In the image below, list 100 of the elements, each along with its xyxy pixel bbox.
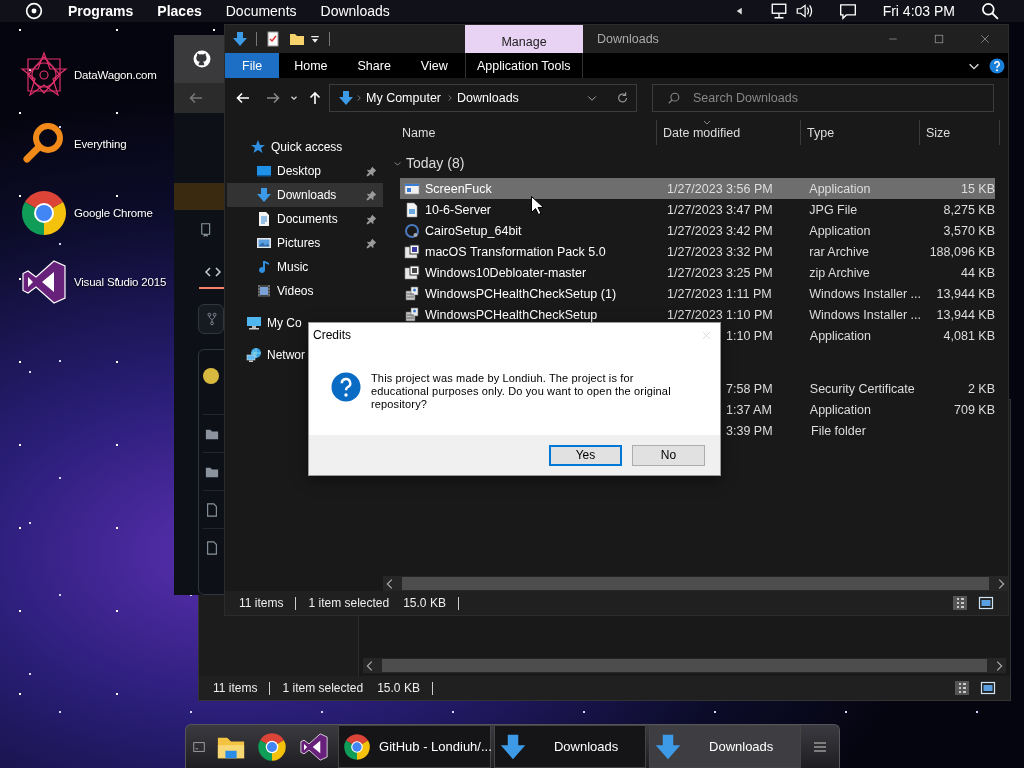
file-icon[interactable] (205, 502, 219, 517)
dialog-title: Credits (313, 328, 352, 342)
breadcrumb-item[interactable]: My Computer (366, 91, 442, 105)
size-cell-text: 4,081 KB (942, 327, 995, 344)
up-arrow-icon[interactable] (307, 90, 323, 106)
clock[interactable]: Fri 4:03 PM (882, 3, 955, 19)
date-cell-text: 1/27/2023 3:25 PM (666, 264, 774, 281)
file-name[interactable]: 10-6-Server (425, 201, 491, 218)
date-cell-text: 1/27/2023 1:10 PM (666, 306, 774, 323)
browser-icon[interactable] (257, 731, 288, 762)
nav-label: Quick access (271, 140, 344, 154)
help-icon[interactable] (989, 57, 1005, 74)
selected-row-highlight[interactable]: ScreenFuck 1/27/2023 3:56 PM Application 15 KB (400, 178, 995, 199)
breadcrumb-item[interactable]: Downloads (457, 91, 519, 105)
file-name[interactable]: WindowsPCHealthCheckSetup (425, 306, 598, 323)
cat-logo-icon[interactable] (193, 50, 211, 68)
scrollbar-thumb[interactable] (382, 659, 987, 672)
icon-label[interactable]: Visual Studio 2015 (74, 275, 167, 288)
taskbar-button[interactable]: Downloads (494, 725, 647, 768)
search-field[interactable]: Search Downloads (652, 84, 994, 112)
browser-icon (343, 732, 372, 761)
scrollbar-thumb[interactable] (402, 577, 989, 590)
group-header[interactable]: Today (8) (406, 155, 465, 171)
bowtie-logo-icon[interactable] (299, 731, 330, 762)
taskbar-button[interactable]: Downloads (649, 725, 802, 768)
file-icon[interactable] (205, 540, 219, 555)
ribbon-tab[interactable]: Application Tools (464, 53, 583, 78)
nav-label: Desktop (277, 164, 323, 178)
triangle-left-icon[interactable] (734, 5, 744, 17)
large-icons-view-icon[interactable] (978, 595, 994, 611)
date-cell-text: 1:37 AM (725, 401, 773, 418)
nav-label: Videos (277, 284, 315, 298)
mouse-pointer-icon (531, 196, 543, 215)
message-icon[interactable] (838, 2, 857, 20)
branch-button[interactable] (198, 304, 224, 334)
size-cell-text: 2 KB (966, 380, 995, 397)
forward-arrow-icon[interactable] (265, 90, 281, 106)
size-cell-text: 3,570 KB (942, 222, 995, 239)
menu-item[interactable]: Documents (225, 3, 297, 19)
taskbar-button[interactable]: GitHub - Londiuh/... (338, 725, 492, 768)
column-header[interactable]: Size (920, 120, 1000, 145)
computer-icon (246, 315, 262, 331)
date-cell-text: 7:58 PM (725, 380, 774, 397)
menu-item[interactable]: Downloads (320, 3, 390, 19)
size-cell-text: 13,944 KB (935, 285, 995, 302)
application-icon (404, 180, 420, 197)
type-cell-text: rar Archive (808, 243, 871, 260)
status-text: 15.0 KB (403, 596, 446, 610)
browser-icon[interactable] (20, 188, 68, 237)
dropdown-icon[interactable] (309, 33, 321, 45)
menu-item[interactable]: Programs (68, 3, 134, 19)
icon-label[interactable]: Everything (74, 137, 127, 150)
dialog-message: This project was made by Londiuh. The project is for educational purposes only. Do you want to open the original repository? (371, 372, 672, 411)
download-arrow-icon (654, 732, 683, 761)
type-cell-text: zip Archive (808, 264, 871, 281)
notepad-icon[interactable] (265, 31, 281, 47)
file-name[interactable]: macOS Transformation Pack 5.0 (425, 243, 606, 260)
back-arrow-icon[interactable] (235, 90, 251, 106)
horizontal-scrollbar[interactable] (363, 658, 1006, 673)
ribbon-tab[interactable]: File (225, 53, 280, 78)
column-header[interactable]: Type (801, 120, 920, 145)
type-cell-text: Application (808, 401, 872, 418)
dialog-button[interactable]: Yes (549, 444, 622, 466)
file-name[interactable]: CairoSetup_64bit (425, 222, 522, 239)
file-name[interactable]: ScreenFuck (425, 180, 492, 197)
file-name[interactable]: WindowsPCHealthCheckSetup (1) (425, 285, 617, 302)
nav-label: My Co (267, 316, 303, 330)
refresh-icon[interactable] (616, 91, 630, 105)
icon-label[interactable]: Google Chrome (74, 206, 153, 219)
details-view-icon[interactable] (954, 680, 970, 696)
folder-icon[interactable] (289, 31, 305, 47)
search-icon[interactable] (981, 2, 999, 20)
menu-item[interactable]: Places (157, 3, 202, 19)
volume-icon[interactable] (794, 2, 813, 20)
contextual-tab[interactable]: Manage (465, 25, 583, 53)
size-cell-text: 188,096 KB (928, 243, 995, 260)
type-cell-text: File folder (810, 422, 867, 439)
size-cell-text: 709 KB (953, 401, 995, 418)
circle-dot-icon[interactable] (25, 2, 43, 20)
column-header[interactable]: Name (383, 120, 657, 145)
film-icon (256, 283, 272, 299)
monitor-icon[interactable] (769, 2, 788, 20)
column-header[interactable]: Date modified (657, 120, 801, 145)
console-icon[interactable] (191, 739, 206, 754)
star-icon (250, 139, 266, 155)
ribbon-tab[interactable]: Share (342, 53, 406, 78)
date-cell-text: 1/27/2023 3:56 PM (666, 180, 774, 197)
ribbon-tab[interactable]: View (405, 53, 463, 78)
file-name[interactable]: Windows10Debloater-master (425, 264, 587, 281)
star-mandala-icon[interactable] (20, 50, 68, 99)
dialog-button[interactable]: No (632, 444, 705, 466)
horizontal-scrollbar[interactable] (383, 576, 1008, 591)
details-view-icon[interactable] (952, 595, 968, 611)
ribbon-tab[interactable]: Home (279, 53, 343, 78)
download-arrow-icon[interactable] (232, 31, 248, 47)
icon-label[interactable]: DataWagon.com (74, 68, 157, 81)
address-bar[interactable]: My Computer Downloads (329, 84, 637, 112)
date-cell-text: 1/27/2023 3:32 PM (666, 243, 774, 260)
selected-nav-highlight[interactable]: Downloads (227, 183, 383, 207)
large-icons-view-icon[interactable] (980, 680, 996, 696)
